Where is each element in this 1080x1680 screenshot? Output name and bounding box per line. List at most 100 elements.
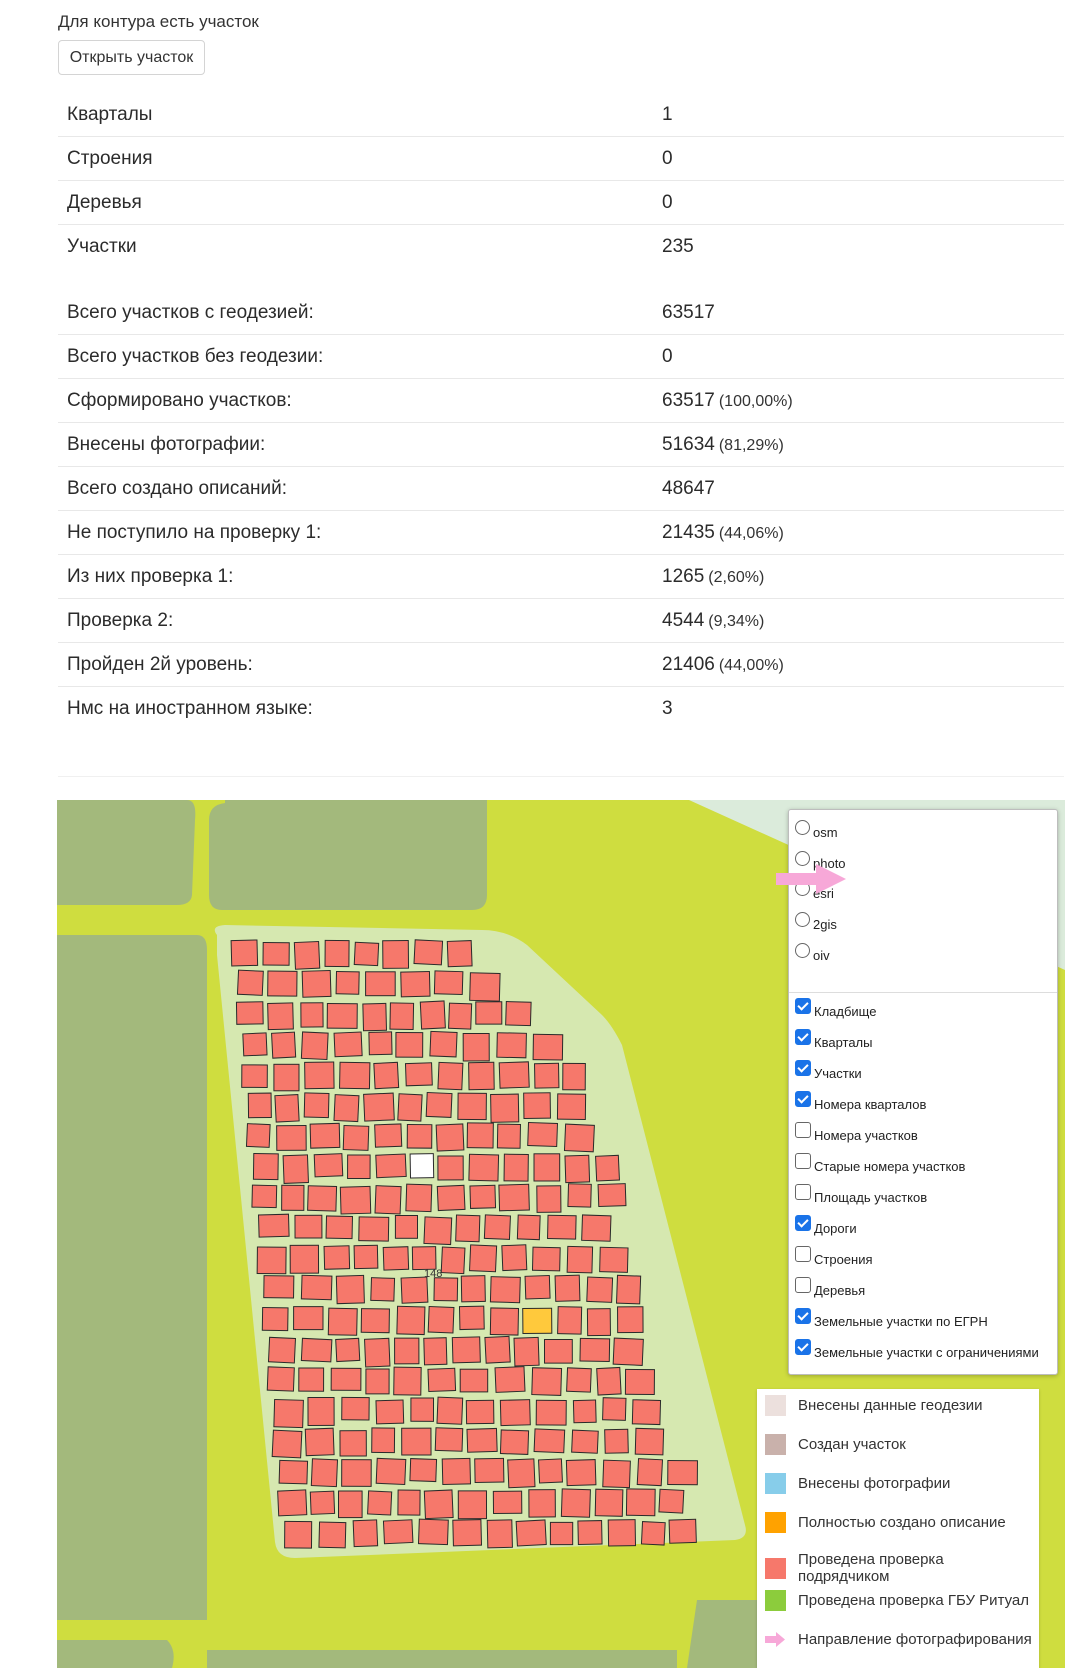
burial-plot[interactable] — [400, 1276, 429, 1304]
burial-plot[interactable] — [557, 1306, 583, 1335]
burial-plot[interactable] — [338, 1490, 363, 1519]
burial-plot[interactable] — [602, 1397, 627, 1421]
burial-plot[interactable] — [436, 1184, 466, 1212]
checkbox-unchecked-icon[interactable] — [795, 1122, 811, 1138]
burial-plot[interactable] — [262, 941, 290, 966]
burial-plot[interactable] — [507, 1458, 536, 1489]
burial-plot[interactable] — [382, 939, 410, 969]
burial-plot[interactable] — [235, 1001, 264, 1025]
burial-plot[interactable] — [604, 1428, 629, 1454]
burial-plot[interactable] — [549, 1521, 574, 1546]
burial-plot[interactable] — [515, 1519, 547, 1547]
burial-plot[interactable] — [300, 1337, 333, 1363]
burial-plot[interactable] — [594, 1488, 624, 1517]
burial-plot[interactable] — [326, 1002, 358, 1029]
burial-plot[interactable] — [565, 1459, 597, 1487]
burial-plot[interactable] — [307, 1185, 338, 1212]
burial-plot[interactable] — [483, 1214, 511, 1240]
checkbox-checked-icon[interactable] — [795, 1308, 811, 1324]
burial-plot[interactable] — [448, 1002, 473, 1030]
burial-plot[interactable] — [339, 1430, 367, 1457]
burial-plot[interactable] — [282, 1154, 309, 1184]
burial-plot[interactable] — [397, 1489, 421, 1516]
burial-plot[interactable] — [375, 1399, 405, 1425]
burial-plot[interactable] — [313, 1153, 344, 1178]
burial-plot[interactable] — [252, 1153, 279, 1181]
burial-plot[interactable] — [437, 1061, 464, 1091]
burial-plot[interactable] — [247, 1092, 272, 1119]
burial-plot[interactable] — [353, 1244, 379, 1270]
burial-plot[interactable] — [522, 1307, 553, 1335]
burial-plot[interactable] — [452, 1519, 483, 1547]
burial-plot[interactable] — [612, 1337, 644, 1366]
burial-plot[interactable] — [375, 1457, 407, 1486]
basemap-osm[interactable]: osm — [795, 820, 838, 840]
burial-plot[interactable] — [358, 1216, 390, 1242]
burial-plot[interactable] — [293, 1306, 324, 1331]
burial-plot[interactable] — [374, 1185, 402, 1215]
burial-plot[interactable] — [434, 1427, 464, 1452]
layer-toggle[interactable]: Площадь участков — [795, 1184, 927, 1205]
burial-plot[interactable] — [409, 1458, 438, 1483]
layer-toggle[interactable]: Старые номера участков — [795, 1153, 965, 1174]
burial-plot[interactable] — [634, 1427, 665, 1456]
burial-plot[interactable] — [284, 1520, 313, 1549]
burial-plot[interactable] — [636, 1458, 664, 1487]
burial-plot[interactable] — [251, 1184, 278, 1209]
burial-plot[interactable] — [579, 1337, 611, 1363]
burial-plot[interactable] — [538, 1458, 563, 1484]
burial-plot[interactable] — [489, 1276, 521, 1304]
burial-plot[interactable] — [301, 969, 332, 998]
burial-plot[interactable] — [413, 939, 444, 966]
burial-plot[interactable] — [499, 1429, 530, 1455]
burial-plot[interactable] — [409, 1153, 435, 1179]
burial-plot[interactable] — [309, 1490, 336, 1515]
burial-plot[interactable] — [411, 1246, 437, 1271]
burial-plot[interactable] — [446, 940, 473, 968]
burial-plot[interactable] — [304, 1061, 335, 1090]
layer-toggle[interactable]: Дороги — [795, 1215, 857, 1236]
burial-plot[interactable] — [533, 1153, 561, 1182]
burial-plot[interactable] — [433, 970, 464, 995]
burial-plot[interactable] — [501, 1244, 528, 1272]
burial-plot[interactable] — [631, 1399, 662, 1426]
basemap-oiv[interactable]: oiv — [795, 943, 830, 963]
layer-toggle[interactable]: Номера участков — [795, 1122, 918, 1143]
burial-plot[interactable] — [374, 1123, 403, 1148]
checkbox-unchecked-icon[interactable] — [795, 1277, 811, 1293]
burial-plot[interactable] — [466, 1427, 498, 1453]
burial-plot[interactable] — [257, 1213, 290, 1238]
radio-icon[interactable] — [795, 820, 810, 835]
burial-plot[interactable] — [323, 1245, 351, 1270]
burial-plot[interactable] — [469, 972, 501, 1002]
burial-plot[interactable] — [241, 1064, 268, 1088]
burial-plot[interactable] — [230, 939, 259, 967]
burial-plot[interactable] — [436, 1396, 464, 1425]
checkbox-unchecked-icon[interactable] — [795, 1153, 811, 1169]
burial-plot[interactable] — [419, 1000, 446, 1030]
burial-plot[interactable] — [353, 941, 380, 967]
burial-plot[interactable] — [303, 1092, 330, 1119]
burial-plot[interactable] — [335, 970, 360, 995]
burial-plot[interactable] — [389, 1002, 415, 1031]
burial-plot[interactable] — [341, 1396, 370, 1421]
burial-plot[interactable] — [368, 1031, 393, 1056]
burial-plot[interactable] — [261, 1306, 289, 1332]
burial-plot[interactable] — [341, 1459, 372, 1487]
burial-plot[interactable] — [492, 1490, 523, 1515]
burial-plot[interactable] — [274, 1094, 300, 1123]
burial-plot[interactable] — [339, 1061, 371, 1090]
burial-plot[interactable] — [373, 1061, 400, 1090]
checkbox-checked-icon[interactable] — [795, 1339, 811, 1355]
burial-plot[interactable] — [458, 1305, 485, 1331]
burial-plot[interactable] — [547, 1214, 577, 1240]
layer-toggle[interactable]: Участки — [795, 1060, 862, 1081]
burial-plot[interactable] — [371, 1427, 396, 1454]
burial-plot[interactable] — [536, 1185, 562, 1213]
burial-plot[interactable] — [625, 1488, 656, 1517]
burial-plot[interactable] — [330, 1367, 362, 1391]
layer-toggle[interactable]: Земельные участки по ЕГРН — [795, 1308, 988, 1329]
burial-plot[interactable] — [333, 1094, 360, 1123]
burial-plot[interactable] — [363, 1092, 395, 1122]
burial-plot[interactable] — [496, 1032, 527, 1059]
